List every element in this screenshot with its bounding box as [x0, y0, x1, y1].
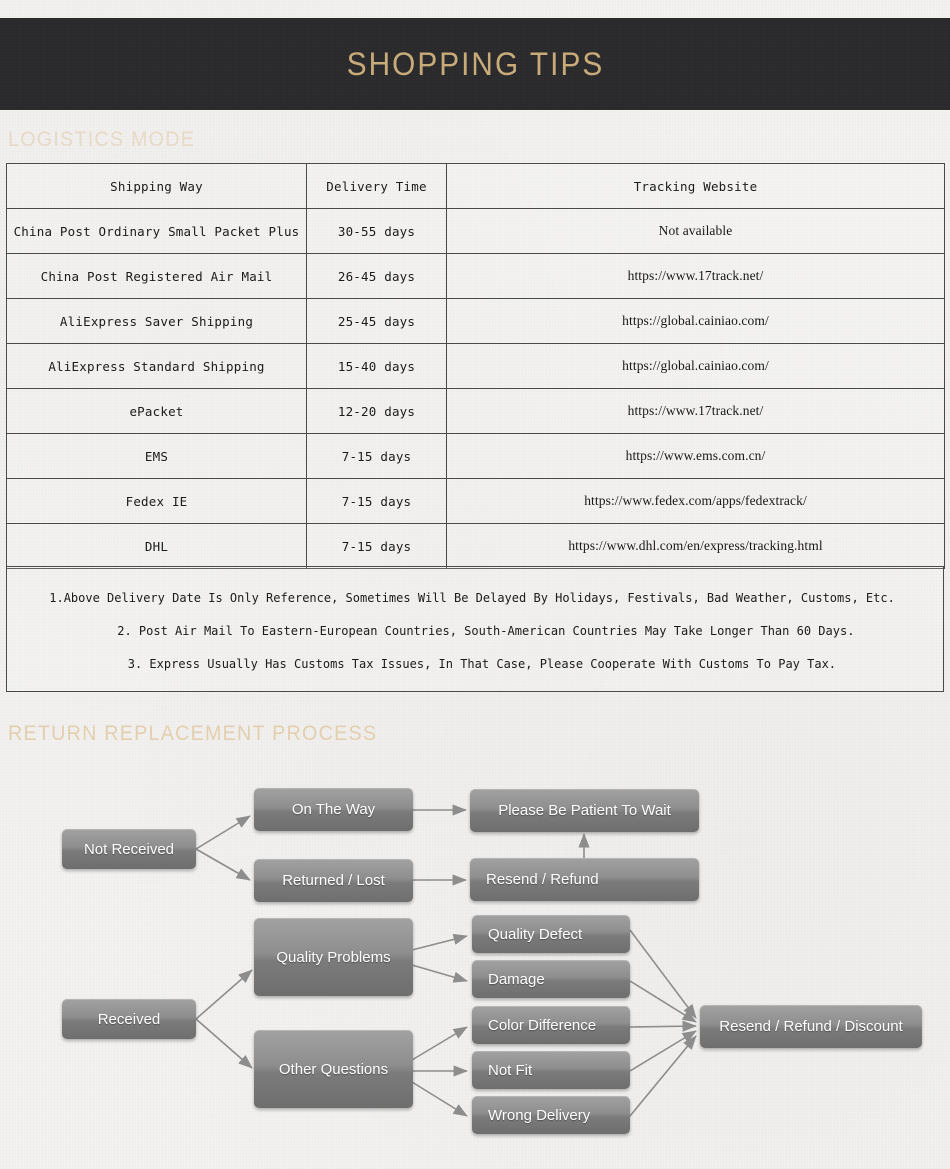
flow-node-label: Returned / Lost [282, 872, 385, 889]
flow-node-label: Damage [488, 970, 545, 988]
page-title: SHOPPING TIPS [346, 45, 604, 82]
flow-node-resend-refund-discount[interactable]: Resend / Refund / Discount [700, 1005, 922, 1048]
flow-node-label: Resend / Refund / Discount [719, 1018, 903, 1035]
column-header-tracking-website: Tracking Website [446, 163, 945, 209]
flow-node-label: Other Questions [278, 1060, 389, 1078]
cell-delivery-time: 30-55 days [306, 208, 447, 254]
flow-node-label: Not Fit [488, 1061, 533, 1079]
cell-delivery-time: 7-15 days [306, 433, 447, 479]
cell-shipping-way: EMS [6, 433, 307, 479]
flow-node-color-difference[interactable]: Color Difference [472, 1006, 630, 1044]
cell-delivery-time: 7-15 days [306, 523, 447, 569]
cell-delivery-time: 15-40 days [306, 343, 447, 389]
cell-tracking-website[interactable]: https://www.17track.net/ [446, 253, 945, 299]
page-banner: SHOPPING TIPS [0, 18, 950, 110]
cell-tracking-website[interactable]: https://www.ems.com.cn/ [446, 433, 945, 479]
cell-tracking-website[interactable]: https://www.fedex.com/apps/fedextrack/ [446, 478, 945, 524]
section-heading-return-replacement-process: RETURN REPLACEMENT PROCESS [8, 722, 378, 745]
table-row: Fedex IE 7-15 days https://www.fedex.com… [6, 478, 945, 524]
flow-node-label: Color Difference [488, 1016, 597, 1034]
flow-node-label: Quality Problems [276, 948, 391, 966]
flow-node-returned-lost[interactable]: Returned / Lost [254, 859, 413, 902]
flow-node-other-questions[interactable]: Other Questions [254, 1030, 413, 1108]
table-row: AliExpress Standard Shipping 15-40 days … [6, 343, 945, 389]
cell-delivery-time: 25-45 days [306, 298, 447, 344]
cell-tracking-website[interactable]: https://www.dhl.com/en/express/tracking.… [446, 523, 945, 569]
flow-node-resend-refund[interactable]: Resend / Refund [470, 858, 699, 901]
table-row: DHL 7-15 days https://www.dhl.com/en/exp… [6, 523, 945, 569]
column-header-shipping-way: Shipping Way [6, 163, 307, 209]
table-row: China Post Registered Air Mail 26-45 day… [6, 253, 945, 299]
flow-node-wrong-delivery[interactable]: Wrong Delivery [472, 1096, 630, 1134]
note-item: 3. Express Usually Has Customs Tax Issue… [127, 656, 837, 671]
section-heading-logistics-mode: LOGISTICS MODE [8, 128, 196, 151]
flow-node-not-received[interactable]: Not Received [62, 829, 196, 869]
table-row: China Post Ordinary Small Packet Plus 30… [6, 208, 945, 254]
cell-delivery-time: 12-20 days [306, 388, 447, 434]
flow-node-please-be-patient-to-wait[interactable]: Please Be Patient To Wait [470, 789, 699, 832]
table-header-row: Shipping Way Delivery Time Tracking Webs… [6, 163, 945, 209]
table-row: AliExpress Saver Shipping 25-45 days htt… [6, 298, 945, 344]
flow-node-on-the-way[interactable]: On The Way [254, 788, 413, 831]
flow-node-label: Not Received [83, 840, 175, 858]
cell-delivery-time: 26-45 days [306, 253, 447, 299]
cell-shipping-way: AliExpress Saver Shipping [6, 298, 307, 344]
cell-tracking-website[interactable]: https://www.17track.net/ [446, 388, 945, 434]
flow-node-label: Received [97, 1010, 161, 1028]
flow-node-label: On The Way [291, 801, 376, 818]
flow-node-not-fit[interactable]: Not Fit [472, 1051, 630, 1089]
cell-shipping-way: Fedex IE [6, 478, 307, 524]
flow-node-label: Wrong Delivery [488, 1106, 591, 1124]
flow-node-damage[interactable]: Damage [472, 960, 630, 998]
flow-node-label: Resend / Refund [486, 871, 599, 888]
column-header-delivery-time: Delivery Time [306, 163, 447, 209]
flow-node-received[interactable]: Received [62, 999, 196, 1039]
logistics-table-wrapper: Shipping Way Delivery Time Tracking Webs… [6, 163, 945, 569]
flow-node-quality-defect[interactable]: Quality Defect [472, 915, 630, 953]
cell-tracking-website[interactable]: https://global.cainiao.com/ [446, 298, 945, 344]
note-item: 1.Above Delivery Date Is Only Reference,… [49, 590, 895, 605]
table-row: EMS 7-15 days https://www.ems.com.cn/ [6, 433, 945, 479]
cell-shipping-way: China Post Registered Air Mail [6, 253, 307, 299]
cell-tracking-website[interactable]: https://global.cainiao.com/ [446, 343, 945, 389]
flow-node-label: Please Be Patient To Wait [498, 802, 671, 819]
cell-shipping-way: AliExpress Standard Shipping [6, 343, 307, 389]
flow-node-quality-problems[interactable]: Quality Problems [254, 918, 413, 996]
return-process-flowchart: Not Received On The Way Returned / Lost … [0, 760, 950, 1160]
cell-shipping-way: DHL [6, 523, 307, 569]
note-item: 2. Post Air Mail To Eastern-European Cou… [117, 623, 855, 638]
flow-node-label: Quality Defect [488, 925, 583, 943]
cell-tracking-website: Not available [446, 208, 945, 254]
cell-delivery-time: 7-15 days [306, 478, 447, 524]
cell-shipping-way: ePacket [6, 388, 307, 434]
logistics-table: Shipping Way Delivery Time Tracking Webs… [6, 163, 945, 569]
delivery-notes-box: 1.Above Delivery Date Is Only Reference,… [6, 566, 944, 692]
cell-shipping-way: China Post Ordinary Small Packet Plus [6, 208, 307, 254]
table-row: ePacket 12-20 days https://www.17track.n… [6, 388, 945, 434]
